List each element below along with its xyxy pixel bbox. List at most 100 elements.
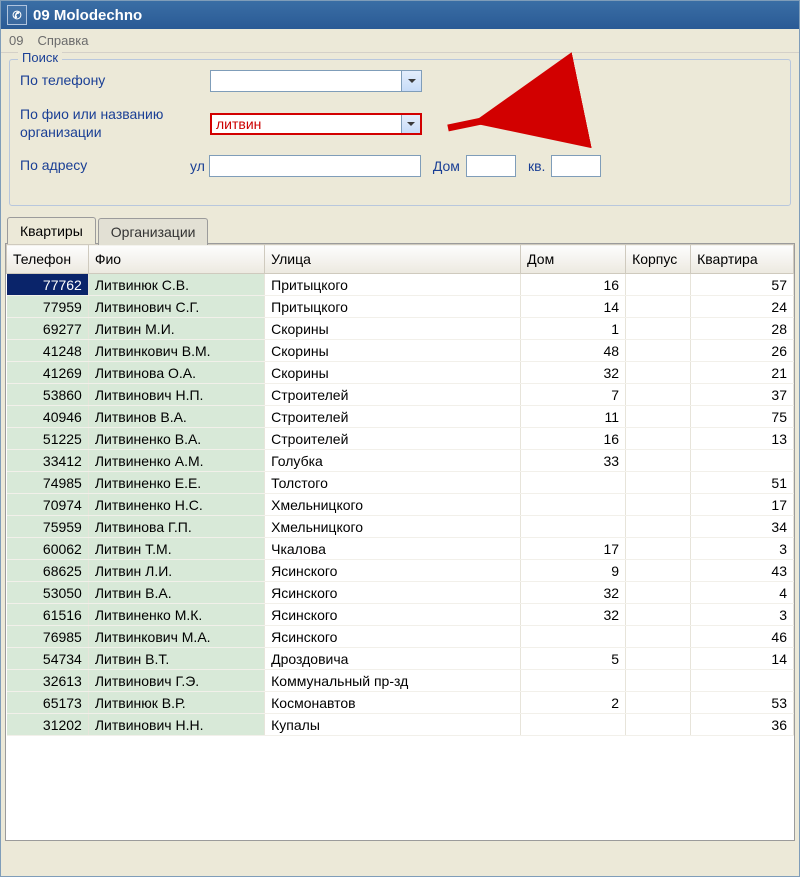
table-row[interactable]: 31202Литвинович Н.Н.Купалы36 [7, 714, 794, 736]
cell-fio: Литвинова Г.П. [88, 516, 264, 538]
by-phone-label: По телефону [20, 72, 210, 90]
col-street[interactable]: Улица [265, 245, 521, 274]
cell-flat: 43 [691, 560, 794, 582]
titlebar[interactable]: ✆ 09 Molodechno [1, 1, 799, 29]
cell-flat [691, 450, 794, 472]
table-row[interactable]: 54734Литвин В.Т.Дроздовича514 [7, 648, 794, 670]
by-phone-dropdown-button[interactable] [401, 71, 421, 91]
window-title: 09 Molodechno [33, 7, 142, 24]
col-korpus[interactable]: Корпус [626, 245, 691, 274]
cell-fio: Литвин В.Т. [88, 648, 264, 670]
col-house[interactable]: Дом [521, 245, 626, 274]
cell-flat: 28 [691, 318, 794, 340]
cell-flat: 26 [691, 340, 794, 362]
cell-flat: 75 [691, 406, 794, 428]
by-addr-label: По адресу [20, 157, 140, 175]
cell-phone: 61516 [7, 604, 89, 626]
cell-fio: Литвинович Н.П. [88, 384, 264, 406]
cell-phone: 53050 [7, 582, 89, 604]
cell-flat: 13 [691, 428, 794, 450]
app-icon: ✆ [7, 5, 27, 25]
by-fio-combo[interactable] [210, 113, 422, 135]
by-fio-dropdown-button[interactable] [401, 115, 420, 133]
by-phone-combo[interactable] [210, 70, 422, 92]
col-fio[interactable]: Фио [88, 245, 264, 274]
table-row[interactable]: 41269Литвинова О.А.Скорины3221 [7, 362, 794, 384]
cell-fio: Литвинюк С.В. [88, 274, 264, 296]
cell-street: Скорины [265, 318, 521, 340]
flat-input[interactable] [551, 155, 601, 177]
street-input[interactable] [209, 155, 421, 177]
cell-house: 17 [521, 538, 626, 560]
cell-korpus [626, 648, 691, 670]
cell-fio: Литвинова О.А. [88, 362, 264, 384]
menu-help[interactable]: Справка [37, 33, 88, 48]
table-row[interactable]: 61516Литвиненко М.К.Ясинского323 [7, 604, 794, 626]
table-row[interactable]: 60062Литвин Т.М.Чкалова173 [7, 538, 794, 560]
table-row[interactable]: 32613Литвинович Г.Э.Коммунальный пр-зд [7, 670, 794, 692]
table-row[interactable]: 77762Литвинюк С.В.Притыцкого1657 [7, 274, 794, 296]
table-row[interactable]: 68625Литвин Л.И.Ясинского943 [7, 560, 794, 582]
cell-house: 2 [521, 692, 626, 714]
table-row[interactable]: 74985Литвиненко Е.Е.Толстого51 [7, 472, 794, 494]
cell-korpus [626, 340, 691, 362]
cell-flat: 37 [691, 384, 794, 406]
cell-fio: Литвин Л.И. [88, 560, 264, 582]
cell-fio: Литвинкович В.М. [88, 340, 264, 362]
cell-korpus [626, 538, 691, 560]
cell-phone: 70974 [7, 494, 89, 516]
cell-house: 11 [521, 406, 626, 428]
by-phone-input[interactable] [211, 71, 401, 91]
table-row[interactable]: 53050Литвин В.А.Ясинского324 [7, 582, 794, 604]
cell-fio: Литвиненко В.А. [88, 428, 264, 450]
table-row[interactable]: 41248Литвинкович В.М.Скорины4826 [7, 340, 794, 362]
cell-phone: 77959 [7, 296, 89, 318]
table-row[interactable]: 76985Литвинкович М.А.Ясинского46 [7, 626, 794, 648]
menubar: 09 Справка [1, 29, 799, 53]
cell-flat: 24 [691, 296, 794, 318]
table-row[interactable]: 70974Литвиненко Н.С.Хмельницкого17 [7, 494, 794, 516]
col-phone[interactable]: Телефон [7, 245, 89, 274]
cell-korpus [626, 384, 691, 406]
cell-fio: Литвин Т.М. [88, 538, 264, 560]
cell-phone: 74985 [7, 472, 89, 494]
results-grid[interactable]: Телефон Фио Улица Дом Корпус Квартира 77… [6, 244, 794, 736]
cell-house [521, 626, 626, 648]
cell-korpus [626, 318, 691, 340]
cell-flat [691, 670, 794, 692]
table-row[interactable]: 69277Литвин М.И.Скорины128 [7, 318, 794, 340]
tab-apartments[interactable]: Квартиры [7, 217, 96, 244]
cell-korpus [626, 428, 691, 450]
tab-organizations[interactable]: Организации [98, 218, 209, 245]
cell-house [521, 494, 626, 516]
table-row[interactable]: 53860Литвинович Н.П.Строителей737 [7, 384, 794, 406]
table-row[interactable]: 51225Литвиненко В.А.Строителей1613 [7, 428, 794, 450]
table-row[interactable]: 40946Литвинов В.А.Строителей1175 [7, 406, 794, 428]
cell-fio: Литвинов В.А. [88, 406, 264, 428]
cell-street: Скорины [265, 362, 521, 384]
table-row[interactable]: 77959Литвинович С.Г.Притыцкого1424 [7, 296, 794, 318]
cell-street: Космонавтов [265, 692, 521, 714]
menu-09[interactable]: 09 [9, 33, 23, 48]
house-label: Дом [433, 158, 460, 174]
cell-house [521, 714, 626, 736]
house-input[interactable] [466, 155, 516, 177]
street-prefix: ул [190, 158, 205, 174]
cell-flat: 53 [691, 692, 794, 714]
table-row[interactable]: 65173Литвинюк В.Р.Космонавтов253 [7, 692, 794, 714]
cell-korpus [626, 274, 691, 296]
table-row[interactable]: 33412Литвиненко А.М.Голубка33 [7, 450, 794, 472]
cell-house: 32 [521, 604, 626, 626]
by-fio-input[interactable] [212, 115, 401, 133]
cell-phone: 54734 [7, 648, 89, 670]
col-flat[interactable]: Квартира [691, 245, 794, 274]
cell-flat: 51 [691, 472, 794, 494]
cell-street: Дроздовича [265, 648, 521, 670]
cell-street: Хмельницкого [265, 516, 521, 538]
cell-street: Ясинского [265, 582, 521, 604]
cell-korpus [626, 714, 691, 736]
cell-flat: 46 [691, 626, 794, 648]
cell-house: 16 [521, 274, 626, 296]
table-row[interactable]: 75959Литвинова Г.П.Хмельницкого34 [7, 516, 794, 538]
cell-phone: 31202 [7, 714, 89, 736]
